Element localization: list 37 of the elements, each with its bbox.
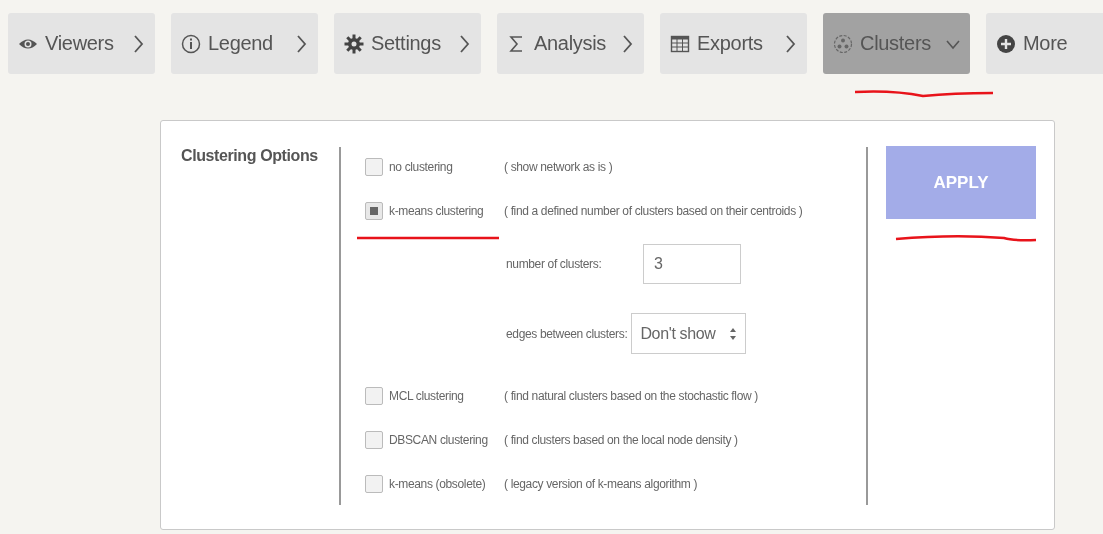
checkbox[interactable] — [365, 431, 383, 449]
option-description: ( find a defined number of clusters based on their centroids ) — [504, 204, 803, 218]
field-label: edges between clusters: — [506, 326, 628, 341]
checkbox[interactable] — [365, 158, 383, 176]
checkbox[interactable] — [365, 475, 383, 493]
chevron-icon — [131, 33, 145, 54]
option-description: ( legacy version of k-means algorithm ) — [504, 477, 698, 491]
chevron-icon — [294, 33, 308, 54]
toolbar-tab[interactable]: Exports — [660, 13, 807, 74]
checkbox[interactable] — [365, 202, 383, 220]
option-label: no clustering — [389, 160, 453, 174]
dropdown[interactable]: Don't show — [631, 313, 747, 354]
table-icon — [670, 33, 690, 54]
option-description: ( show network as is ) — [504, 160, 613, 174]
option-label: MCL clustering — [389, 389, 464, 403]
panel-title: Clustering Options — [181, 147, 318, 164]
field-label: number of clusters: — [506, 257, 602, 271]
option-label: DBSCAN clustering — [389, 433, 488, 447]
chevron-icon — [457, 33, 471, 54]
option-label: k-means (obsolete) — [389, 477, 486, 491]
chevron-icon — [620, 33, 634, 54]
toolbar-tab[interactable]: More — [986, 13, 1103, 74]
toolbar-tab[interactable]: Legend — [171, 13, 318, 74]
chevron-icon — [783, 33, 797, 54]
plus-icon — [996, 33, 1016, 54]
gear-icon — [344, 33, 364, 54]
option-description: ( find natural clusters based on the stochastic flow ) — [504, 389, 758, 403]
option-description: ( find clusters based on the local node density ) — [504, 433, 738, 447]
info-icon — [181, 33, 201, 54]
toolbar-tab[interactable]: Settings — [334, 13, 481, 74]
circle-dots-icon — [833, 33, 853, 54]
option-label: k-means clustering — [389, 204, 484, 218]
number-field[interactable]: 3 — [643, 244, 741, 284]
toolbar-tab[interactable]: Viewers — [8, 13, 155, 74]
toolbar-tab[interactable]: Analysis — [497, 13, 644, 74]
checkbox[interactable] — [365, 387, 383, 405]
updown-icon — [729, 326, 738, 341]
